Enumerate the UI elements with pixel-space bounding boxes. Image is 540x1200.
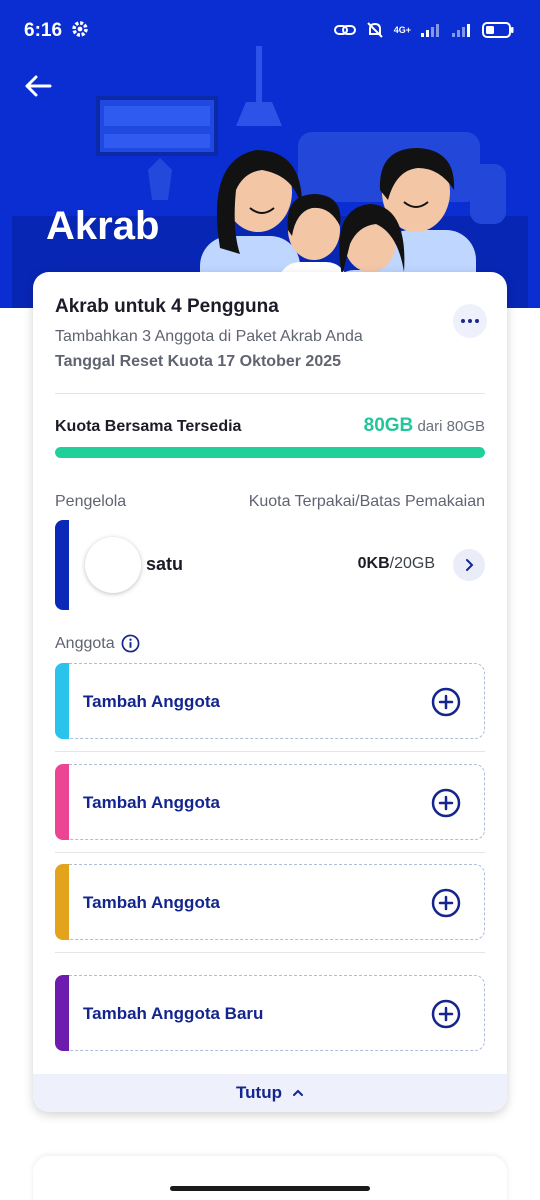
info-icon[interactable] [121,634,140,653]
member-accent-bar [55,975,69,1051]
add-member-label: Tambah Anggota [83,692,220,711]
divider [55,393,485,394]
avatar [85,537,141,593]
members-label: Anggota [55,634,115,652]
manager-accent-bar [55,520,69,610]
usage-header-label: Kuota Terpakai/Batas Pemakaian [248,493,485,510]
arrow-left-icon[interactable] [22,70,54,102]
add-circle-icon[interactable] [431,999,461,1029]
quota-available: 80GB [363,415,414,436]
divider [55,751,485,752]
quota-total: dari 80GB [417,418,485,435]
shared-quota-value: 80GB dari 80GB [364,415,485,437]
manager-name: satu [146,554,184,574]
member-accent-bar [55,864,69,940]
chevron-right-icon[interactable] [453,549,485,581]
status-bar: 6:16 4G+ [0,0,540,60]
quota-reset-date: Tanggal Reset Kuota 17 Oktober 2025 [55,353,342,370]
close-label: Tutup [236,1083,282,1102]
next-card [33,1156,507,1200]
quota-progress-fill [55,447,485,458]
add-member-label: Tambah Anggota [83,893,220,912]
battery-icon [482,22,514,38]
add-circle-icon[interactable] [431,687,461,717]
settings-gear-icon [72,21,88,37]
close-button[interactable]: Tutup [33,1074,507,1112]
members-section-label: Anggota [55,634,140,653]
member-accent-bar [55,663,69,739]
status-icons: 4G+ [333,18,514,42]
shared-quota-label: Kuota Bersama Tersedia [55,418,242,435]
network-type: 4G+ [393,24,411,35]
card-subtitle: Tambahkan 3 Anggota di Paket Akrab Anda [55,328,363,345]
family-illustration [12,46,528,308]
manager-row[interactable]: satu 0KB/20GB [55,520,485,610]
status-time: 6:16 [24,20,63,41]
manager-limit: /20GB [389,555,435,572]
add-circle-icon[interactable] [431,888,461,918]
signal-icon [452,24,470,37]
manager-usage: 0KB/20GB [358,555,435,573]
quota-progress-bar [55,447,485,458]
manager-section-label: Pengelola [55,493,127,510]
member-slot-4[interactable]: Tambah Anggota Baru [55,975,485,1051]
akrab-package-card: Akrab untuk 4 Pengguna Tambahkan 3 Anggo… [33,272,507,1112]
add-new-member-label: Tambah Anggota Baru [83,1004,264,1023]
divider [55,952,485,953]
member-slot-1[interactable]: Tambah Anggota [55,663,485,739]
gesture-nav-bar[interactable] [170,1186,370,1191]
more-horizontal-icon[interactable] [453,304,487,338]
add-member-label: Tambah Anggota [83,793,220,812]
divider [55,852,485,853]
card-title: Akrab untuk 4 Pengguna [55,296,279,317]
page-title: Akrab [46,204,160,248]
add-circle-icon[interactable] [431,788,461,818]
member-slot-3[interactable]: Tambah Anggota [55,864,485,940]
header-banner: 6:16 4G+ Akrab [0,0,540,308]
signal-icon [421,24,439,37]
link-icon [333,25,356,35]
chevron-up-icon [292,1089,303,1096]
member-accent-bar [55,764,69,840]
manager-used: 0KB [357,555,390,572]
member-slot-2[interactable]: Tambah Anggota [55,764,485,840]
muted-bell-icon [367,22,383,38]
